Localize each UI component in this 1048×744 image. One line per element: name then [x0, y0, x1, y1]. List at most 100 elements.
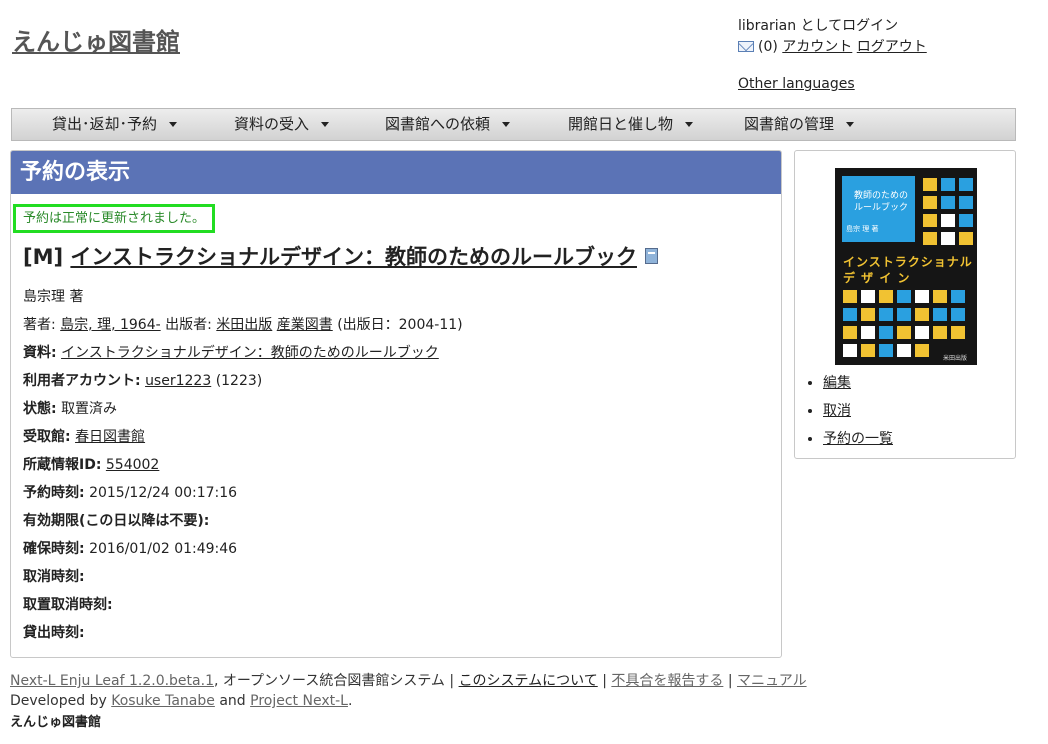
cover-square: [941, 232, 955, 245]
publisher-link[interactable]: 米田出版: [216, 317, 272, 333]
cover-square: [861, 326, 875, 339]
nav-circulation-menu[interactable]: 貸出･返却･予約: [52, 109, 178, 140]
reservation-panel: 予約の表示 予約は正常に更新されました。 [M] インストラクショナルデザイン：…: [10, 150, 782, 658]
cover-square: [951, 308, 965, 321]
pickup-library-link[interactable]: 春日図書館: [75, 429, 145, 445]
nav-admin-menu[interactable]: 図書館の管理: [744, 109, 855, 140]
cover-square: [915, 308, 929, 321]
reservation-details: 島宗理 著 著者: 島宗, 理, 1964- 出版者: 米田出版 産業図書 (出…: [23, 287, 463, 651]
publisher-link[interactable]: 産業図書: [277, 317, 333, 333]
caret-down-icon: [846, 122, 855, 127]
product-link[interactable]: Next-L Enju Leaf 1.2.0.beta.1: [10, 673, 214, 689]
cover-square: [923, 214, 937, 227]
cover-subtitle: 教師のための ルールブック: [854, 191, 909, 213]
author-link[interactable]: 島宗, 理, 1964-: [60, 317, 160, 333]
checked-out-at-row: 貸出時刻:: [23, 625, 85, 641]
item-id-row: 所蔵情報ID: 554002: [23, 457, 160, 473]
project-link[interactable]: Project Next-L: [250, 693, 348, 709]
caret-down-icon: [502, 122, 511, 127]
creators-row: 著者: 島宗, 理, 1964- 出版者: 米田出版 産業図書 (出版日：200…: [23, 317, 463, 333]
caret-down-icon: [169, 122, 178, 127]
user-header: librarian としてログイン (0) アカウント ログアウト: [738, 16, 927, 58]
cover-square: [915, 344, 929, 357]
cover-square: [843, 308, 857, 321]
statement-of-responsibility: 島宗理 著: [23, 289, 84, 305]
user-row: 利用者アカウント: user1223 (1223): [23, 373, 263, 389]
reservation-list-link[interactable]: 予約の一覧: [823, 431, 893, 447]
cover-title: インストラクショナル デ ザ イ ン: [843, 255, 973, 285]
manifestation-link[interactable]: インストラクショナルデザイン：教師のためのルールブック: [61, 345, 439, 361]
cover-square: [959, 178, 973, 191]
book-icon: [644, 248, 658, 264]
cover-square: [879, 290, 893, 303]
cover-square: [879, 308, 893, 321]
cover-square: [951, 290, 965, 303]
cover-square: [933, 290, 947, 303]
action-list: 編集 取消 予約の一覧: [805, 373, 893, 457]
cover-square: [879, 344, 893, 357]
pickup-library-row: 受取館: 春日図書館: [23, 429, 146, 445]
list-item: 予約の一覧: [823, 429, 893, 457]
cancel-link[interactable]: 取消: [823, 403, 851, 419]
caret-down-icon: [685, 122, 694, 127]
pub-date: (出版日：2004-11): [337, 317, 463, 333]
login-status: librarian としてログイン: [738, 18, 899, 34]
cover-square: [959, 196, 973, 209]
edit-link[interactable]: 編集: [823, 375, 851, 391]
reserved-at-value: 2015/12/24 00:17:16: [89, 485, 238, 501]
cover-square: [861, 344, 875, 357]
footer: Next-L Enju Leaf 1.2.0.beta.1, オープンソース統合…: [10, 671, 807, 733]
other-languages-link[interactable]: Other languages: [738, 76, 855, 92]
cover-square: [951, 326, 965, 339]
user-link[interactable]: user1223: [145, 373, 211, 389]
cover-square: [923, 178, 937, 191]
book-title-link[interactable]: インストラクショナルデザイン：教師のためのルールブック: [70, 245, 637, 269]
manual-link[interactable]: マニュアル: [737, 673, 807, 689]
about-link[interactable]: このシステムについて: [459, 673, 598, 689]
state-row: 状態: 取置済み: [23, 401, 118, 417]
cover-square: [897, 344, 911, 357]
cover-square: [923, 232, 937, 245]
cover-square: [897, 290, 911, 303]
message-count: (0): [758, 39, 778, 55]
nav-events-menu[interactable]: 開館日と催し物: [568, 109, 694, 140]
footer-site-name: えんじゅ図書館: [10, 715, 102, 730]
list-item: 編集: [823, 373, 893, 401]
developer-link[interactable]: Kosuke Tanabe: [111, 693, 215, 709]
cover-publisher: 米田出版: [943, 355, 968, 362]
nav-request-menu[interactable]: 図書館への依頼: [385, 109, 511, 140]
cover-square: [843, 344, 857, 357]
cover-square: [915, 326, 929, 339]
manifestation-row: 資料: インストラクショナルデザイン：教師のためのルールブック: [23, 345, 439, 361]
cover-square: [959, 232, 973, 245]
nav-acquisition-menu[interactable]: 資料の受入: [234, 109, 330, 140]
list-item: 取消: [823, 401, 893, 429]
account-link[interactable]: アカウント: [782, 39, 852, 55]
cover-square: [897, 308, 911, 321]
cover-square: [941, 214, 955, 227]
logout-link[interactable]: ログアウト: [857, 39, 927, 55]
main-navbar: 貸出･返却･予約 資料の受入 図書館への依頼 開館日と催し物 図書館の管理: [11, 108, 1016, 141]
book-title: [M] インストラクショナルデザイン：教師のためのルールブック: [23, 241, 658, 271]
book-cover-image[interactable]: 教師のための ルールブック 島宗 理 著 インストラクショナル デ ザ イ ン …: [835, 168, 977, 365]
reserved-at-row: 予約時刻: 2015/12/24 00:17:16: [23, 485, 238, 501]
cover-square: [941, 196, 955, 209]
book-format-prefix: [M]: [23, 245, 64, 269]
cover-square: [959, 214, 973, 227]
mail-icon[interactable]: [738, 41, 754, 52]
retained-at-value: 2016/01/02 01:49:46: [89, 541, 238, 557]
cover-square: [897, 326, 911, 339]
site-title-link[interactable]: えんじゅ図書館: [12, 22, 180, 57]
cover-square: [861, 290, 875, 303]
postponed-at-row: 取置取消時刻:: [23, 597, 113, 613]
state-value: 取置済み: [61, 401, 118, 417]
flash-notice: 予約は正常に更新されました。: [13, 204, 216, 233]
canceled-at-row: 取消時刻:: [23, 569, 85, 585]
report-bug-link[interactable]: 不具合を報告する: [611, 673, 723, 689]
item-link[interactable]: 554002: [106, 457, 159, 473]
page-title: 予約の表示: [11, 151, 781, 194]
retained-at-row: 確保時刻: 2016/01/02 01:49:46: [23, 541, 238, 557]
expire-row: 有効期限(この日以降は不要):: [23, 513, 210, 529]
cover-square: [941, 178, 955, 191]
cover-square: [915, 290, 929, 303]
